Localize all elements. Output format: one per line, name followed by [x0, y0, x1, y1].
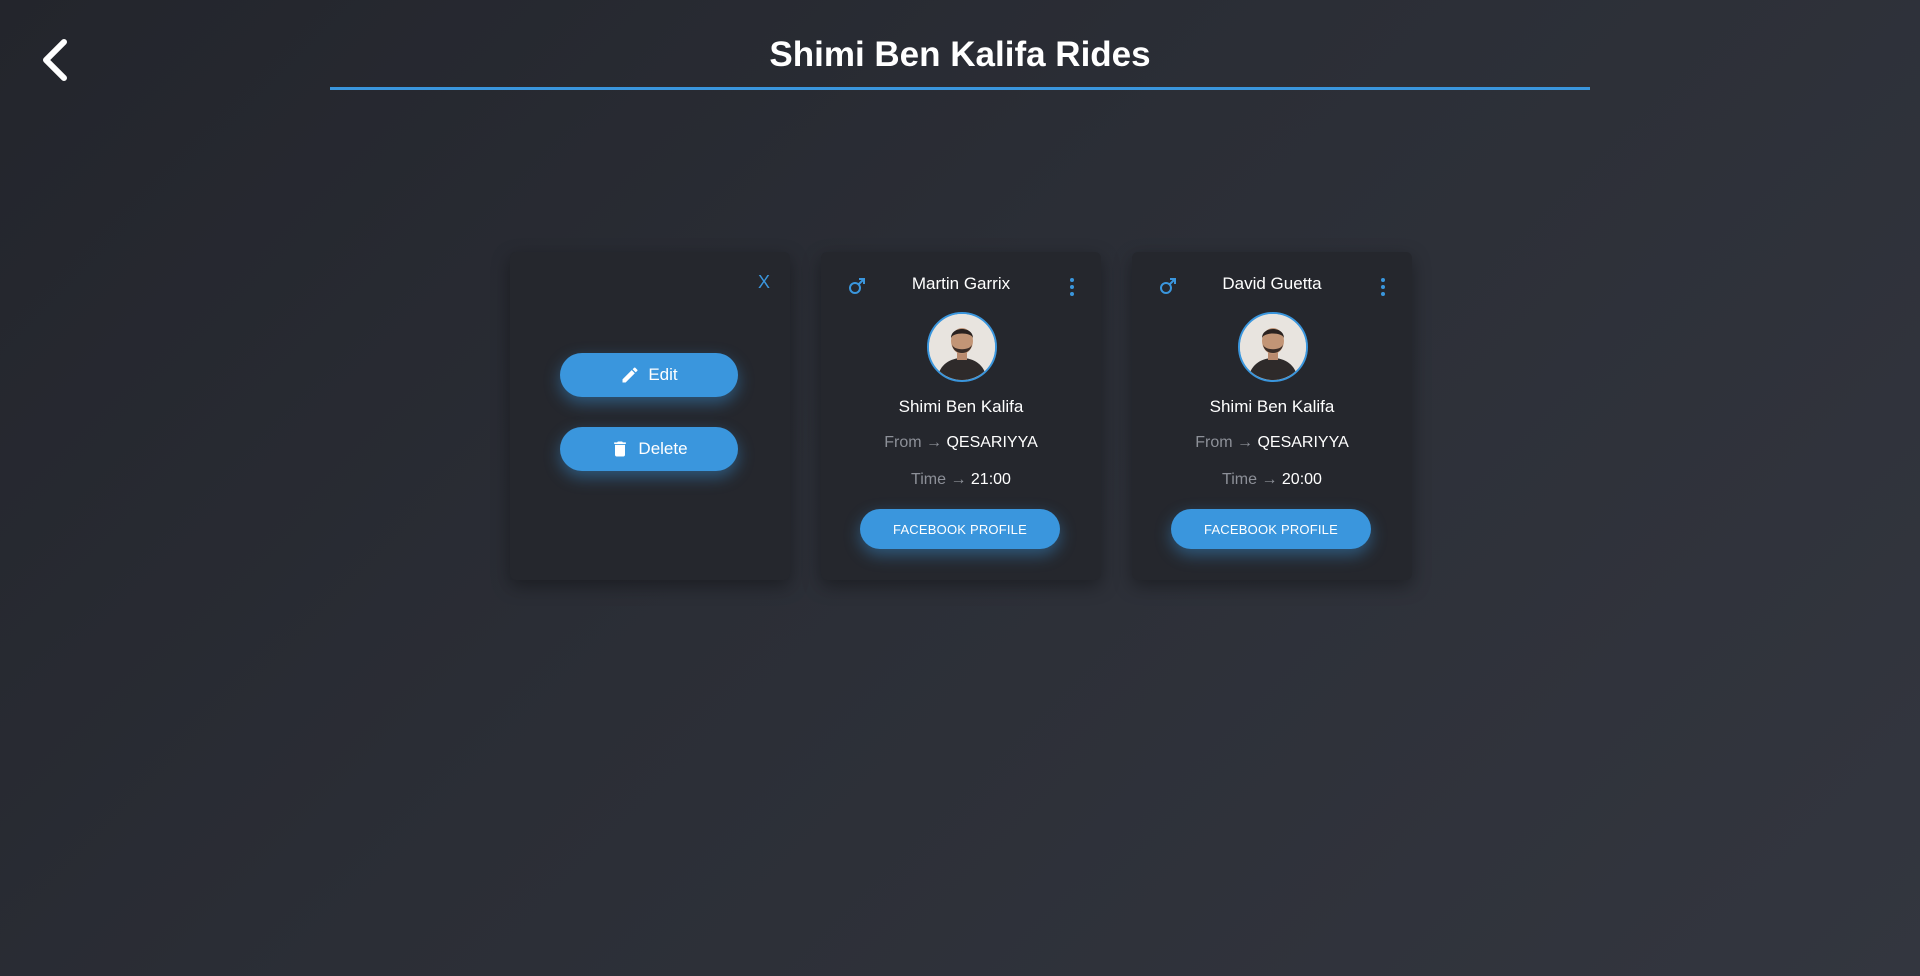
male-icon — [1160, 278, 1176, 294]
avatar — [1238, 312, 1308, 382]
page-header: Shimi Ben Kalifa Rides — [330, 30, 1590, 90]
delete-label: Delete — [638, 439, 688, 458]
time-label: Time → — [911, 471, 967, 488]
avatar — [927, 312, 997, 382]
male-icon — [849, 278, 865, 294]
ride-time: Time → 21:00 — [821, 471, 1101, 489]
more-vertical-icon[interactable] — [1067, 276, 1077, 298]
delete-button[interactable]: Delete — [560, 427, 738, 471]
time-label: Time → — [1222, 471, 1278, 488]
ride-actions-card: X Edit Delete — [510, 252, 790, 580]
ride-origin: From → QESARIYYA — [1132, 434, 1412, 452]
ride-time: Time → 20:00 — [1132, 471, 1412, 489]
driver-name: Shimi Ben Kalifa — [1209, 397, 1335, 416]
chevron-left-icon — [43, 39, 67, 81]
time-value: 20:00 — [1281, 471, 1322, 488]
ride-card-title: Martin Garrix — [911, 274, 1011, 293]
from-label: From → — [884, 434, 943, 451]
edit-button[interactable]: Edit — [560, 353, 738, 397]
ride-card: David Guetta Shimi Ben Kalifa From → QES… — [1132, 252, 1412, 580]
facebook-profile-button[interactable]: FACEBOOK PROFILE — [1171, 509, 1371, 549]
pencil-icon — [622, 367, 638, 383]
facebook-profile-button[interactable]: FACEBOOK PROFILE — [860, 509, 1060, 549]
page-title: Shimi Ben Kalifa Rides — [769, 35, 1151, 74]
back-button[interactable] — [38, 38, 72, 82]
ride-origin: From → QESARIYYA — [821, 434, 1101, 452]
ride-card: Martin Garrix Shimi Ben Kalifa From → QE… — [821, 252, 1101, 580]
from-label: From → — [1195, 434, 1254, 451]
time-value: 21:00 — [970, 471, 1011, 488]
title-underline — [330, 87, 1590, 90]
driver-name: Shimi Ben Kalifa — [898, 397, 1024, 416]
edit-label: Edit — [648, 365, 678, 384]
ride-card-title: David Guetta — [1222, 274, 1322, 293]
trash-icon — [614, 441, 627, 457]
from-value: QESARIYYA — [946, 434, 1038, 451]
more-vertical-icon[interactable] — [1378, 276, 1388, 298]
close-button[interactable]: X — [758, 272, 770, 293]
from-value: QESARIYYA — [1257, 434, 1349, 451]
